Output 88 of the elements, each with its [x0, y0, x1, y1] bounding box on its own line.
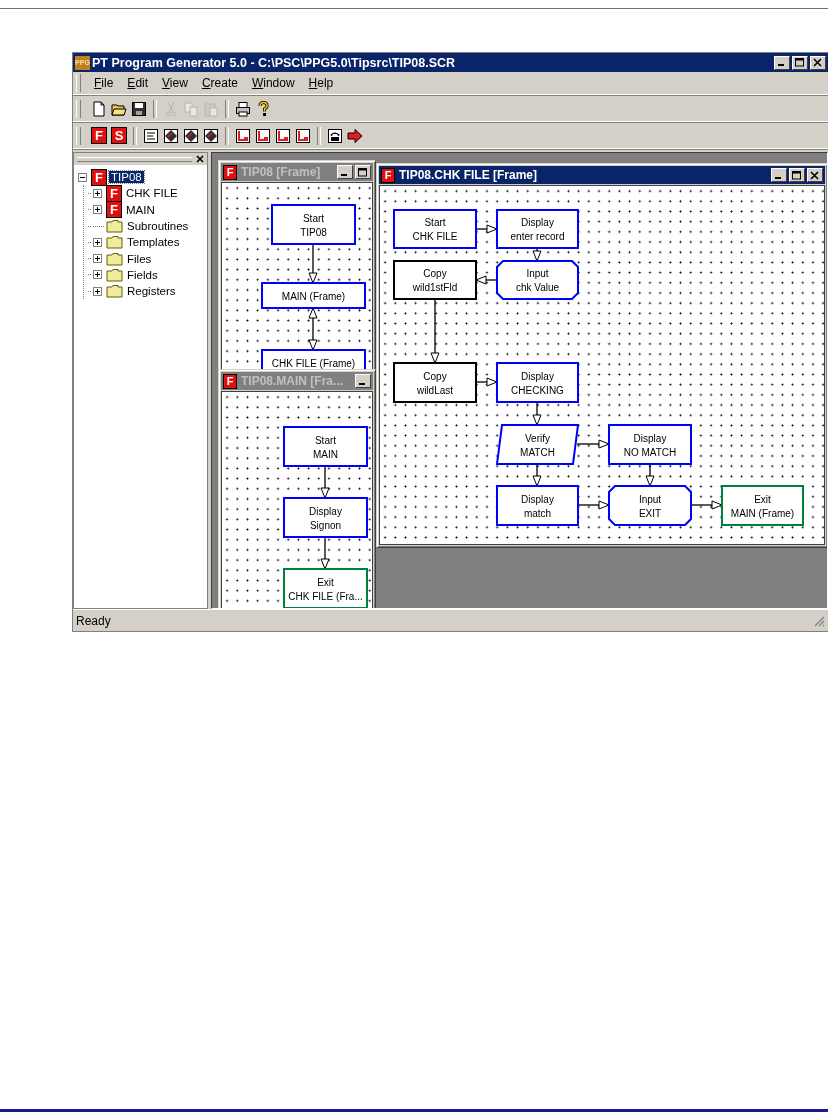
node-label: Exit CHK FILE (Fra...: [288, 576, 363, 602]
expand-toggle[interactable]: [93, 270, 102, 280]
connector-icon[interactable]: [255, 127, 271, 144]
connector-arrow: [532, 463, 542, 487]
connector-arrow: [690, 500, 723, 510]
folder-icon: [106, 267, 123, 282]
expand-toggle[interactable]: [93, 188, 102, 198]
form-icon[interactable]: [143, 127, 159, 144]
window-title-bar[interactable]: F TIP08.CHK FILE [Frame]: [379, 166, 825, 184]
node-label: Input chk Value: [515, 268, 560, 293]
diamond-icon[interactable]: [183, 127, 199, 144]
folder-icon: [106, 251, 123, 266]
tree-item[interactable]: Registers: [125, 285, 178, 298]
diamond-icon[interactable]: [163, 127, 179, 144]
tree-item[interactable]: TIP08: [109, 171, 144, 184]
expand-toggle[interactable]: [93, 254, 102, 264]
node-label: Input EXIT: [638, 493, 662, 519]
phone-icon[interactable]: [327, 127, 343, 144]
node-label: Display Signon: [309, 505, 342, 531]
status-text: Ready: [76, 613, 112, 628]
connector-icon[interactable]: [235, 127, 251, 144]
node-label: Start MAIN: [313, 434, 338, 460]
frame-icon: F: [106, 184, 122, 202]
close-icon[interactable]: [196, 155, 204, 163]
letter-tool-button[interactable]: F: [91, 127, 107, 144]
tree-item[interactable]: Files: [125, 252, 154, 265]
folder-icon: [106, 235, 123, 250]
letter-tool-button[interactable]: S: [111, 127, 127, 144]
connector-arrow: [308, 307, 318, 351]
node-label: Display CHECKING: [511, 370, 564, 396]
connector-arrow: [576, 439, 610, 449]
expand-toggle[interactable]: [93, 237, 102, 247]
folder-icon: [106, 284, 123, 299]
connector-arrow: [320, 465, 330, 499]
menu-item[interactable]: Help: [301, 76, 341, 90]
connector-arrow: [308, 243, 318, 284]
frame-icon: F: [106, 201, 122, 219]
frame-icon: F: [223, 164, 237, 180]
connector-arrow: [475, 275, 498, 285]
tree-item[interactable]: Fields: [125, 268, 160, 281]
frame-icon: F: [223, 373, 237, 389]
node-label: Copy wild1stFld: [412, 268, 458, 293]
printer-icon[interactable]: [235, 100, 251, 117]
connector-arrow: [475, 377, 498, 387]
resize-grip-icon[interactable]: [813, 614, 825, 627]
connector-icon[interactable]: [275, 127, 291, 144]
node-label: Display NO MATCH: [623, 432, 677, 458]
node-label: Display enter record: [510, 217, 565, 242]
expand-toggle[interactable]: [93, 205, 102, 215]
frame-icon: F: [381, 167, 395, 183]
node-label: Copy wildLast: [416, 370, 454, 396]
window-title-bar[interactable]: F TIP08.MAIN [Fra...: [221, 372, 373, 390]
arrow-icon[interactable]: [347, 127, 363, 144]
node-label: Start TIP08: [300, 212, 327, 238]
node-label: CHK FILE (Frame): [271, 357, 356, 369]
window-title: PT Program Generator 5.0 - C:\PSC\PPG5.0\Tipsrc\TIP08.SCR: [92, 55, 457, 70]
folder-icon: [106, 219, 123, 234]
expand-toggle[interactable]: [78, 172, 87, 182]
menu-item[interactable]: Create: [194, 76, 245, 90]
tree-item[interactable]: Subroutines: [125, 220, 191, 233]
connector-arrow: [475, 224, 498, 234]
window-title: TIP08.MAIN [Fra...: [241, 374, 344, 388]
tree-item[interactable]: CHK FILE: [124, 187, 180, 200]
connector-arrow: [320, 536, 330, 570]
tree-item[interactable]: MAIN: [124, 203, 157, 216]
diamond-icon[interactable]: [203, 127, 219, 144]
connector-arrow: [577, 500, 610, 510]
window-title-bar[interactable]: F TIP08 [Frame]: [221, 163, 373, 181]
node-label: Verify MATCH: [520, 432, 555, 458]
frame-icon: F: [91, 168, 107, 186]
node-label: Start CHK FILE: [412, 217, 458, 242]
save-icon[interactable]: [131, 100, 147, 117]
menu-item[interactable]: Edit: [120, 76, 156, 90]
connector-arrow: [430, 298, 440, 364]
connector-arrow: [645, 463, 655, 487]
connector-arrow: [532, 401, 542, 426]
menu-item[interactable]: View: [155, 76, 195, 90]
window-title: TIP08 [Frame]: [241, 165, 321, 179]
node-label: Display match: [521, 493, 554, 519]
window-title: TIP08.CHK FILE [Frame]: [399, 168, 538, 182]
new-file-icon[interactable]: [91, 100, 107, 117]
menu-item[interactable]: Window: [244, 76, 302, 90]
tree-item[interactable]: Templates: [125, 236, 182, 249]
connector-icon[interactable]: [295, 127, 311, 144]
menu-item[interactable]: File: [87, 76, 121, 90]
node-label: Exit MAIN (Frame): [730, 493, 795, 519]
expand-toggle[interactable]: [93, 286, 102, 296]
node-label: MAIN (Frame): [281, 290, 346, 302]
